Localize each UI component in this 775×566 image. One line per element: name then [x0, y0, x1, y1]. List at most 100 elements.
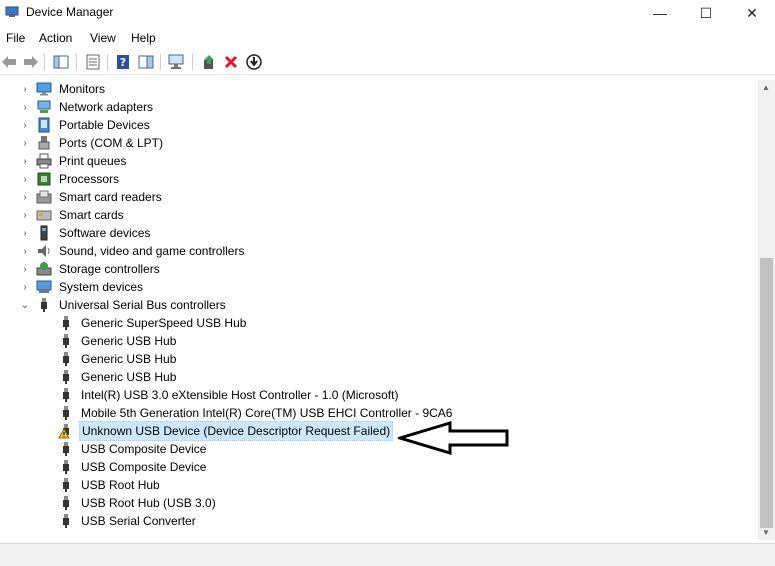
scan-hardware-button[interactable] [168, 53, 186, 71]
tree-category[interactable]: › Storage controllers [20, 260, 162, 278]
console-tree-icon [53, 55, 69, 69]
chevron-right-icon[interactable]: › [20, 170, 30, 188]
chevron-right-icon[interactable]: › [20, 134, 30, 152]
svg-text:?: ? [120, 56, 126, 69]
tree-category[interactable]: › Processors [20, 170, 121, 188]
tree-device[interactable]: Generic USB Hub [58, 368, 178, 386]
tree-device[interactable]: Generic USB Hub [58, 332, 178, 350]
menu-file[interactable]: File [6, 31, 25, 45]
device-label: USB Root Hub [81, 478, 160, 492]
chevron-right-icon[interactable]: › [20, 278, 30, 296]
chevron-right-icon[interactable]: › [20, 188, 30, 206]
processor-icon [37, 172, 51, 186]
minimize-icon: — [653, 5, 667, 21]
vertical-scrollbar[interactable]: ▲ ▼ [758, 80, 775, 540]
chevron-right-icon[interactable]: › [20, 80, 30, 98]
properties-icon [86, 54, 100, 70]
tree-category[interactable]: › System devices [20, 278, 145, 296]
tree-device[interactable]: Generic SuperSpeed USB Hub [58, 314, 248, 332]
category-label: Network adapters [59, 100, 154, 114]
tree-category[interactable]: › Smart card readers [20, 188, 164, 206]
usb-plug-icon [63, 370, 69, 384]
device-label: Intel(R) USB 3.0 eXtensible Host Control… [81, 388, 399, 402]
category-label: Ports (COM & LPT) [59, 136, 164, 150]
tree-device[interactable]: USB Serial Converter [58, 512, 198, 530]
download-circle-icon [246, 54, 262, 70]
usb-plug-icon [63, 316, 69, 330]
toolbar-separator [107, 54, 108, 70]
annotation-arrow [398, 420, 509, 456]
category-label: Smart card readers [59, 190, 162, 204]
category-label: Smart cards [59, 208, 124, 222]
uninstall-device-button[interactable] [222, 53, 240, 71]
portable-icon [38, 117, 50, 133]
tree-device[interactable]: USB Root Hub (USB 3.0) [58, 494, 218, 512]
action-pane-button[interactable] [137, 53, 155, 71]
tree-device[interactable]: USB Composite Device [58, 440, 208, 458]
network-icon [37, 100, 51, 113]
chevron-right-icon[interactable]: › [20, 260, 30, 278]
chevron-right-icon[interactable]: › [20, 98, 30, 116]
action-pane-icon [138, 55, 154, 69]
sound-icon [38, 245, 50, 257]
category-label: Portable Devices [59, 118, 150, 132]
show-hide-console-tree-button[interactable] [52, 53, 70, 71]
usb-plug-icon [63, 388, 69, 402]
tree-category-expanded[interactable]: ⌄ Universal Serial Bus controllers [20, 296, 228, 314]
tree-device[interactable]: Mobile 5th Generation Intel(R) Core(TM) … [58, 404, 454, 422]
properties-button[interactable] [84, 53, 102, 71]
category-label: Sound, video and game controllers [59, 244, 245, 258]
device-manager-icon [5, 6, 19, 17]
window-title: Device Manager [26, 5, 114, 19]
back-button[interactable] [0, 53, 18, 71]
tree-category[interactable]: › Portable Devices [20, 116, 152, 134]
forward-button[interactable] [22, 53, 40, 71]
tree-category[interactable]: › Ports (COM & LPT) [20, 134, 165, 152]
help-button[interactable]: ? [114, 53, 132, 71]
menu-view[interactable]: View [90, 31, 116, 45]
chevron-right-icon[interactable]: › [20, 206, 30, 224]
tree-device-selected[interactable]: Unknown USB Device (Device Descriptor Re… [58, 421, 394, 441]
menu-action[interactable]: Action [39, 31, 72, 45]
tree-device[interactable]: Intel(R) USB 3.0 eXtensible Host Control… [58, 386, 400, 404]
scroll-up-icon[interactable]: ▲ [762, 83, 770, 92]
tree-category[interactable]: › Sound, video and game controllers [20, 242, 246, 260]
tree-category[interactable]: › Network adapters [20, 98, 155, 116]
tree-device[interactable]: Generic USB Hub [58, 350, 178, 368]
close-button[interactable]: ✕ [729, 0, 775, 26]
port-icon [38, 136, 50, 150]
card-reader-icon [36, 190, 52, 204]
scan-hardware-icon [168, 54, 184, 69]
tree-category[interactable]: › Smart cards [20, 206, 126, 224]
category-label: System devices [59, 280, 144, 294]
toolbar-separator [44, 54, 45, 70]
scroll-down-icon[interactable]: ▼ [762, 528, 770, 537]
toolbar-separator [192, 54, 193, 70]
minimize-button[interactable]: — [637, 0, 683, 26]
update-driver-icon [204, 55, 214, 69]
device-label: Generic USB Hub [81, 352, 177, 366]
category-label: Universal Serial Bus controllers [59, 298, 226, 312]
scroll-thumb[interactable] [760, 258, 773, 528]
device-label: Generic SuperSpeed USB Hub [81, 316, 247, 330]
tree-category[interactable]: › Software devices [20, 224, 152, 242]
tree-device[interactable]: USB Composite Device [58, 458, 208, 476]
category-label: Print queues [59, 154, 127, 168]
tree-category[interactable]: › Print queues [20, 152, 128, 170]
chevron-down-icon[interactable]: ⌄ [20, 296, 30, 314]
chevron-right-icon[interactable]: › [20, 152, 30, 170]
chevron-right-icon[interactable]: › [20, 224, 30, 242]
update-driver-button[interactable] [200, 53, 218, 71]
smart-card-icon [36, 210, 52, 221]
tree-category[interactable]: › Monitors [20, 80, 107, 98]
status-bar [0, 543, 775, 566]
menu-help[interactable]: Help [131, 31, 156, 45]
category-label: Processors [59, 172, 120, 186]
chevron-right-icon[interactable]: › [20, 242, 30, 260]
chevron-right-icon[interactable]: › [20, 116, 30, 134]
tree-device[interactable]: USB Root Hub [58, 476, 162, 494]
enable-device-button[interactable] [245, 53, 263, 71]
maximize-button[interactable]: ☐ [683, 0, 729, 26]
device-label: USB Serial Converter [81, 514, 196, 528]
printer-icon [36, 153, 52, 169]
